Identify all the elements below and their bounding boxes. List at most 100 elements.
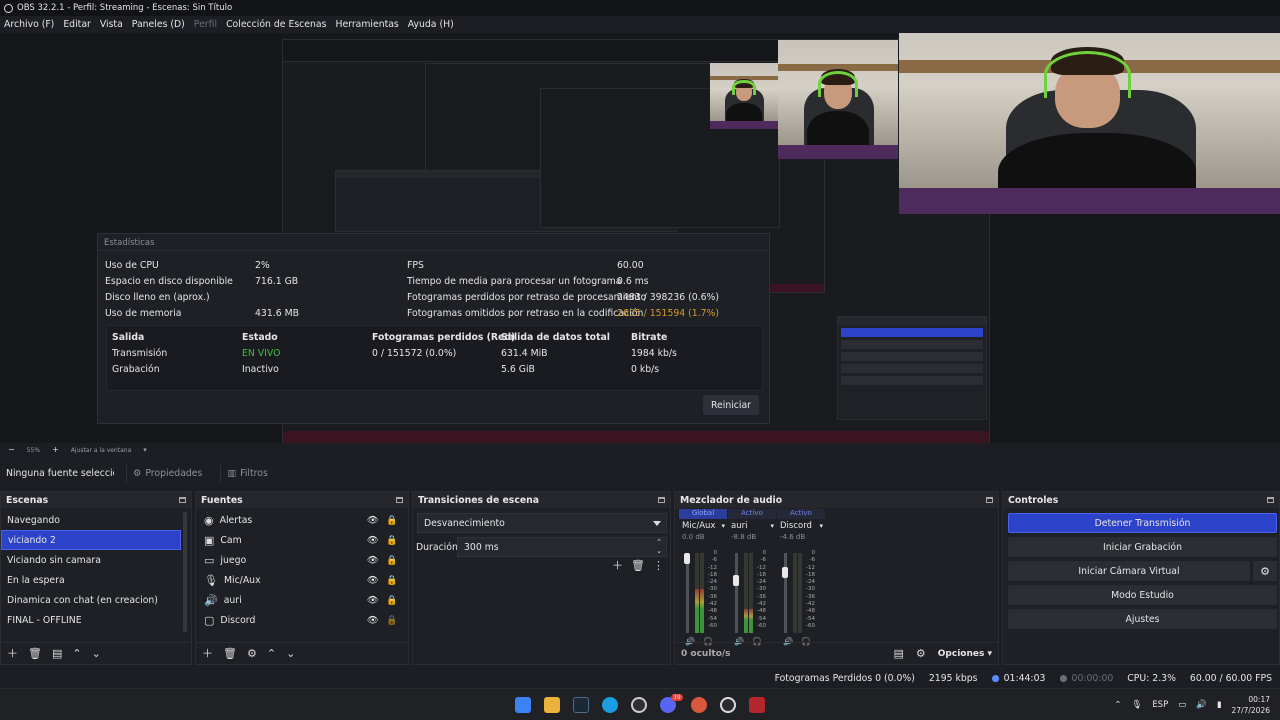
edge-icon[interactable]: [602, 697, 618, 713]
start-virtual-camera-button[interactable]: Iniciar Cámara Virtual: [1008, 561, 1250, 581]
popout-icon[interactable]: [179, 497, 186, 503]
menu-perfil[interactable]: Perfil: [194, 19, 217, 30]
stop-stream-button[interactable]: Detener Transmisión: [1008, 513, 1277, 533]
preview-canvas[interactable]: Estadísticas Uso de CPU 2% Espacio en di…: [0, 33, 1280, 443]
source-item[interactable]: ◉ Alertas 👁 🔒: [196, 510, 408, 530]
settings-button[interactable]: Ajustes: [1008, 609, 1277, 629]
volume-fader-knob[interactable]: [684, 553, 690, 564]
popout-icon[interactable]: [1267, 497, 1274, 503]
app-red-icon[interactable]: [749, 697, 765, 713]
eye-icon[interactable]: 👁: [367, 575, 379, 586]
chevron-down-icon[interactable]: ▾: [143, 446, 147, 454]
lock-icon[interactable]: 🔒: [386, 575, 398, 586]
gear-icon[interactable]: ⚙: [247, 648, 257, 659]
table-cell: Grabación: [112, 364, 160, 375]
trash-icon[interactable]: 🗑: [223, 648, 237, 659]
source-item[interactable]: ▢ Discord 👁 🔒: [196, 610, 408, 630]
add-icon[interactable]: ＋: [202, 648, 213, 659]
scene-item-selected[interactable]: viciando 2: [1, 530, 181, 550]
lock-icon[interactable]: 🔒: [386, 595, 398, 606]
studio-mode-button[interactable]: Modo Estudio: [1008, 585, 1277, 605]
trash-icon[interactable]: 🗑: [28, 648, 42, 659]
filters-button[interactable]: ▥ Filtros: [220, 464, 273, 482]
eye-icon[interactable]: 👁: [367, 535, 379, 546]
mixer-channel-select[interactable]: auri ▾: [728, 519, 776, 533]
popout-icon[interactable]: [658, 497, 665, 503]
add-icon[interactable]: ＋: [612, 560, 623, 571]
stepper-icon[interactable]: ⌃ ⌄: [656, 538, 662, 556]
scene-item[interactable]: Viciando sin camara: [1, 550, 181, 570]
mixer-tab[interactable]: Activo: [728, 509, 776, 519]
volume-fader-knob[interactable]: [733, 575, 739, 587]
lock-icon[interactable]: 🔒: [386, 555, 398, 566]
menu-vista[interactable]: Vista: [100, 19, 123, 30]
lock-icon[interactable]: 🔒: [386, 535, 398, 546]
zoom-fit-label[interactable]: Ajustar a la ventana: [71, 447, 132, 454]
volume-fader-track[interactable]: [686, 553, 689, 633]
more-icon[interactable]: ⋮: [653, 560, 664, 571]
volume-icon[interactable]: 🔊: [1196, 700, 1207, 710]
add-icon[interactable]: ＋: [7, 648, 18, 659]
menu-paneles[interactable]: Paneles (D): [132, 19, 185, 30]
eye-icon[interactable]: 👁: [367, 515, 379, 526]
file-explorer-icon[interactable]: [544, 697, 560, 713]
zoom-out-button[interactable]: −: [8, 446, 15, 454]
move-down-icon[interactable]: ⌄: [92, 648, 101, 659]
tray-chevron-icon[interactable]: ⌃: [1114, 700, 1121, 710]
lock-icon[interactable]: 🔒: [386, 615, 398, 626]
link-gear-icon[interactable]: ⚙: [916, 648, 926, 659]
transition-select[interactable]: Desvanecimiento: [417, 513, 667, 533]
scene-item[interactable]: En la espera: [1, 570, 181, 590]
menu-coleccion-escenas[interactable]: Colección de Escenas: [226, 19, 326, 30]
lock-icon[interactable]: 🔒: [386, 515, 398, 526]
layout-icon[interactable]: ▤: [893, 648, 903, 659]
menu-editar[interactable]: Editar: [63, 19, 91, 30]
microphone-icon[interactable]: 🎙: [1132, 700, 1143, 710]
scene-item[interactable]: FINAL - OFFLINE: [1, 610, 181, 630]
source-item[interactable]: 🎙 Mic/Aux 👁 🔒: [196, 570, 408, 590]
windows-start-icon[interactable]: [515, 697, 531, 713]
filter-icon[interactable]: ▤: [52, 648, 62, 659]
clock[interactable]: 00:17 27/7/2026: [1232, 694, 1270, 716]
volume-fader-track[interactable]: [735, 553, 738, 633]
eye-icon[interactable]: 👁: [367, 615, 379, 626]
source-item[interactable]: ▭ juego 👁 🔒: [196, 550, 408, 570]
scene-item[interactable]: Dinamica con chat (en creacion): [1, 590, 181, 610]
scrollbar[interactable]: [183, 512, 187, 632]
source-item[interactable]: ▣ Cam 👁 🔒: [196, 530, 408, 550]
popout-icon[interactable]: [986, 497, 993, 503]
mixer-channel-select[interactable]: Discord ▾: [777, 519, 825, 533]
reset-button[interactable]: Reiniciar: [703, 395, 759, 415]
eye-icon[interactable]: 👁: [367, 555, 379, 566]
menu-ayuda[interactable]: Ayuda (H): [408, 19, 454, 30]
obs-icon[interactable]: [631, 697, 647, 713]
dock-title: Escenas: [6, 494, 49, 506]
mixer-tab[interactable]: Activo: [777, 509, 825, 519]
language-indicator[interactable]: ESP: [1152, 700, 1168, 710]
mixer-channel-select[interactable]: Mic/Aux ▾: [679, 519, 727, 533]
start-recording-button[interactable]: Iniciar Grabación: [1008, 537, 1277, 557]
properties-button[interactable]: ⚙ Propiedades: [126, 464, 208, 482]
menu-archivo[interactable]: Archivo (F): [4, 19, 54, 30]
source-item[interactable]: 🔊 auri 👁 🔒: [196, 590, 408, 610]
move-up-icon[interactable]: ⌃: [72, 648, 81, 659]
volume-fader-knob[interactable]: [782, 567, 788, 579]
duration-input[interactable]: 300 ms ⌃ ⌄: [457, 537, 667, 557]
app-star-icon[interactable]: [691, 697, 707, 713]
mixer-options-button[interactable]: Opciones ▾: [938, 649, 992, 659]
network-icon[interactable]: ▭: [1178, 700, 1186, 710]
trash-icon[interactable]: 🗑: [631, 560, 645, 571]
popout-icon[interactable]: [396, 497, 403, 503]
zoom-in-button[interactable]: +: [52, 446, 59, 454]
eye-icon[interactable]: 👁: [367, 595, 379, 606]
menu-herramientas[interactable]: Herramientas: [335, 19, 398, 30]
chatgpt-icon[interactable]: [720, 697, 736, 713]
move-up-icon[interactable]: ⌃: [267, 648, 276, 659]
virtual-camera-settings-gear-icon[interactable]: ⚙: [1253, 561, 1277, 581]
mixer-tab[interactable]: Global: [679, 509, 727, 519]
scene-item[interactable]: Navegando: [1, 510, 181, 530]
move-down-icon[interactable]: ⌄: [286, 648, 295, 659]
battery-icon[interactable]: ▮: [1217, 700, 1222, 710]
volume-fader-track[interactable]: [784, 553, 787, 633]
steam-icon[interactable]: [573, 697, 589, 713]
